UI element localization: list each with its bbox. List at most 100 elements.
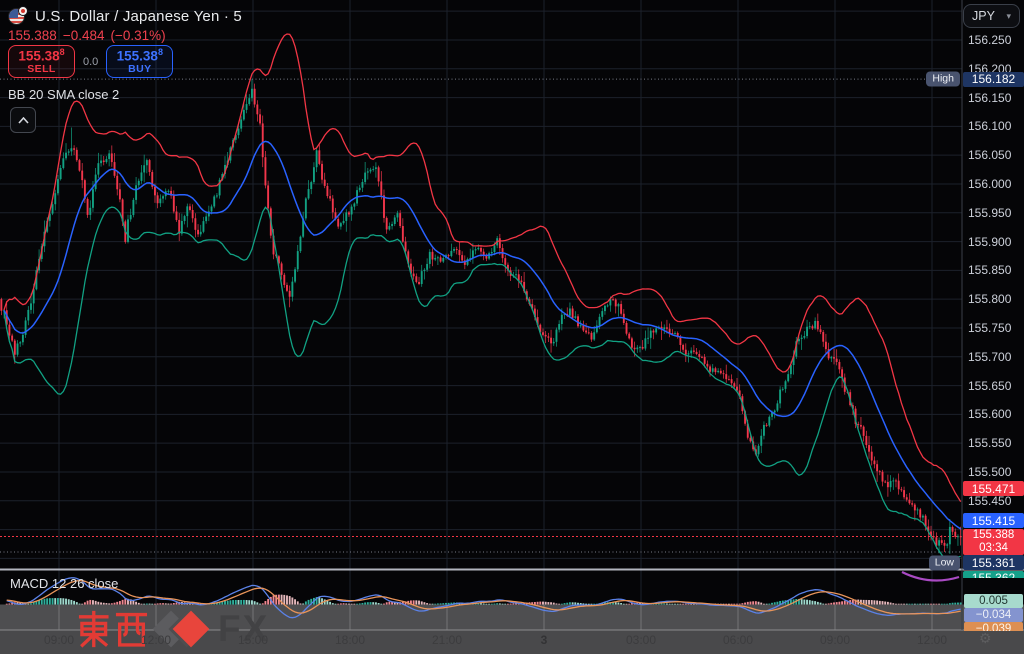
macd-hist-bar <box>935 604 937 605</box>
price-axis-tick: 156.150 <box>968 91 1011 105</box>
macd-hist-bar <box>868 600 870 604</box>
macd-hist-bar <box>820 603 822 605</box>
buy-button[interactable]: 155.388 BUY <box>106 45 173 78</box>
time-axis-tick: 18:00 <box>335 633 365 647</box>
macd-hist-bar <box>755 601 757 604</box>
price-axis-tick: 156.050 <box>968 148 1011 162</box>
macd-hist-bar <box>873 600 875 604</box>
macd-hist-bar <box>952 603 954 605</box>
macd-hist-bar <box>574 602 576 604</box>
macd-hist-bar <box>440 603 442 604</box>
collapse-toolbar-button[interactable] <box>10 107 36 133</box>
macd-hist-bar <box>731 604 733 605</box>
macd-hist-bar <box>437 603 439 604</box>
price-axis-tick: 155.550 <box>968 436 1011 450</box>
macd-hist-bar <box>434 604 436 605</box>
macd-hist-bar <box>844 601 846 605</box>
price-badge-bb-lower: 155.362 <box>963 571 1024 578</box>
price-axis-tick: 156.100 <box>968 119 1011 133</box>
macd-hist-bar <box>162 603 164 604</box>
signal-value-clip: −0.039 <box>963 622 1024 631</box>
macd-hist-bar <box>375 602 377 604</box>
macd-hist-bar <box>491 604 493 605</box>
macd-hist-bar <box>615 602 617 604</box>
macd-hist-bar <box>617 602 619 604</box>
currency-selector-button[interactable]: JPY ▾ <box>963 4 1020 28</box>
price-axis-tick: 155.600 <box>968 407 1011 421</box>
macd-hist-bar <box>448 603 450 605</box>
macd-hist-bar <box>803 600 805 605</box>
macd-hist-bar <box>817 602 819 605</box>
macd-hist-bar <box>488 604 490 605</box>
macd-hist-bar <box>421 601 423 604</box>
last-price: 155.388 <box>8 28 57 43</box>
macd-hist-bar <box>766 604 768 605</box>
macd-hist-bar <box>340 603 342 604</box>
macd-hist-bar <box>378 603 380 604</box>
candle-countdown: 03:34 <box>979 542 1008 555</box>
macd-hist-bar <box>262 603 264 604</box>
macd-hist-bar <box>30 603 32 604</box>
chart-canvas[interactable] <box>0 0 1024 654</box>
macd-hist-bar <box>124 599 126 605</box>
macd-hist-bar <box>933 604 935 605</box>
symbol-title[interactable]: U.S. Dollar / Japanese Yen · 5 <box>35 8 242 25</box>
macd-hist-bar <box>871 600 873 604</box>
sell-button[interactable]: 155.388 SELL <box>8 45 75 78</box>
macd-hist-bar <box>502 604 504 605</box>
macd-hist-bar <box>677 604 679 605</box>
macd-indicator-label[interactable]: MACD 12 26 close <box>10 576 118 591</box>
macd-hist-bar <box>151 604 153 605</box>
macd-hist-bar <box>243 600 245 605</box>
price-axis-tick: 155.700 <box>968 350 1011 364</box>
macd-hist-bar <box>238 600 240 605</box>
macd-hist-bar <box>122 600 124 605</box>
macd-hist-bar <box>167 604 169 605</box>
macd-hist-bar <box>62 598 64 604</box>
macd-hist-bar <box>561 604 563 605</box>
time-axis-tick: 12:00 <box>141 633 171 647</box>
price-badge-low: 155.361 <box>963 555 1024 570</box>
price-axis-tick: 155.850 <box>968 263 1011 277</box>
macd-hist-bar <box>149 604 151 605</box>
macd-hist-bar <box>297 601 299 604</box>
macd-hist-bar <box>957 603 959 605</box>
macd-hist-bar <box>938 604 940 605</box>
macd-line-value-badge: −0.034 <box>964 608 1023 622</box>
macd-hist-bar <box>154 604 156 605</box>
macd-hist-bar <box>264 601 266 604</box>
macd-hist-bar <box>914 604 916 605</box>
time-axis-tick: 12:00 <box>917 633 947 647</box>
macd-hist-bar <box>348 604 350 605</box>
macd-hist-bar <box>674 604 676 605</box>
trade-buttons: 155.388 SELL 0.0 155.388 BUY <box>8 45 173 78</box>
macd-hist-bar <box>954 603 956 605</box>
macd-hist-bar <box>289 596 291 604</box>
time-axis-tick: 09:00 <box>44 633 74 647</box>
macd-hist-bar <box>801 599 803 604</box>
macd-hist-bar <box>423 602 425 604</box>
macd-hist-bar <box>157 603 159 604</box>
axis-settings-gear-icon[interactable]: ⚙ <box>979 630 992 647</box>
macd-hist-bar <box>159 603 161 604</box>
macd-hist-bar <box>930 604 932 605</box>
currency-selector-label: JPY <box>972 9 995 23</box>
macd-hist-bar <box>895 604 897 605</box>
macd-hist-bar <box>335 604 337 605</box>
macd-hist-bar <box>539 602 541 605</box>
macd-hist-bar <box>504 604 506 605</box>
macd-hist-bar <box>922 604 924 605</box>
macd-hist-bar <box>372 602 374 604</box>
macd-hist-bar <box>413 600 415 604</box>
macd-hist-bar <box>496 603 498 604</box>
macd-hist-bar <box>351 604 353 605</box>
bb-indicator-label[interactable]: BB 20 SMA close 2 <box>8 87 119 102</box>
macd-hist-bar <box>626 604 628 605</box>
macd-hist-bar <box>741 603 743 604</box>
macd-hist-bar <box>445 603 447 605</box>
macd-hist-bar <box>591 604 593 605</box>
macd-hist-bar <box>68 599 70 604</box>
macd-hist-bar <box>485 604 487 605</box>
macd-hist-bar <box>89 600 91 605</box>
macd-hist-bar <box>380 604 382 605</box>
